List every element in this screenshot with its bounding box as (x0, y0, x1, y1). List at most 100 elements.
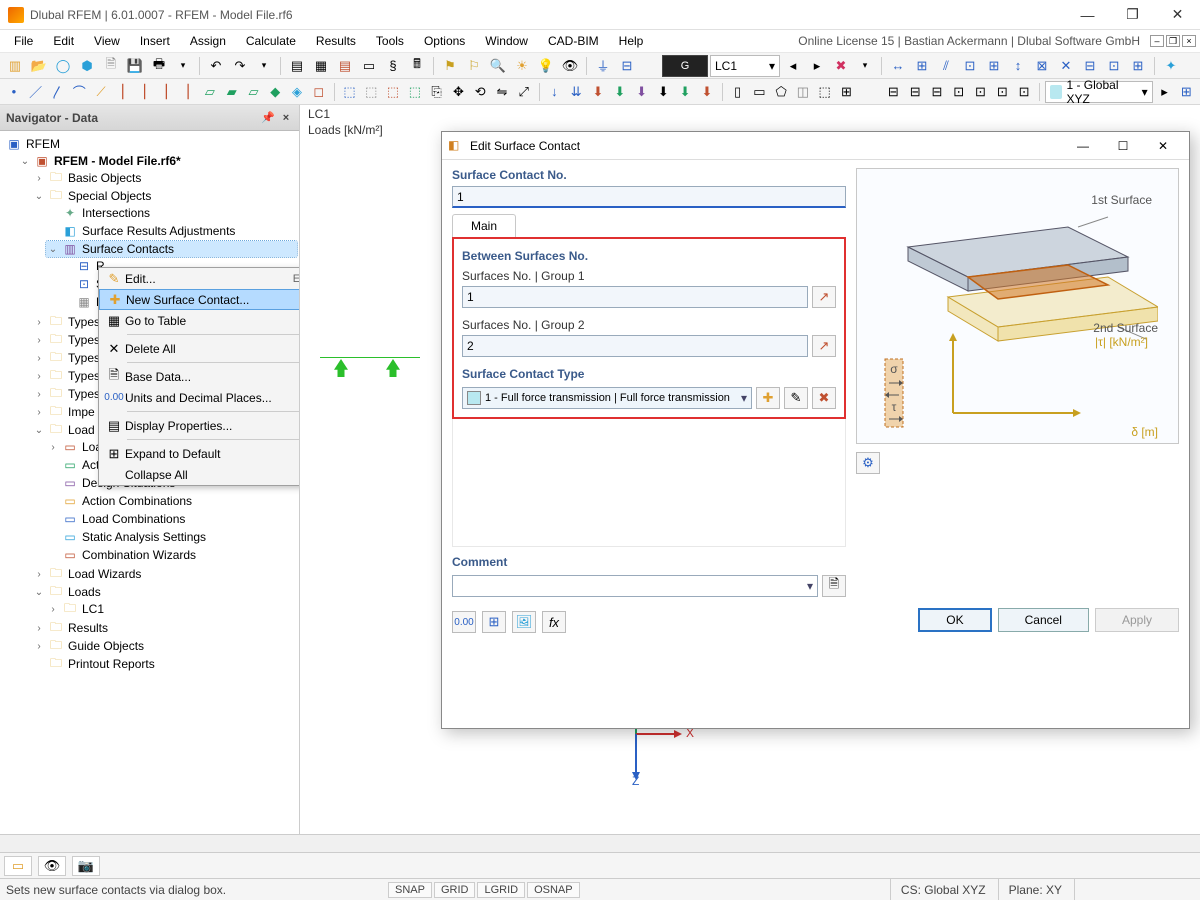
expand-icon[interactable]: › (34, 371, 44, 382)
expand-icon[interactable]: › (34, 389, 44, 400)
undo-icon[interactable]: ↶ (205, 55, 227, 77)
expand-icon[interactable]: › (34, 623, 44, 634)
lgrid-toggle[interactable]: LGRID (477, 882, 525, 898)
new-type-icon[interactable]: ✚ (756, 387, 780, 409)
pin-icon[interactable]: 📌 (261, 111, 275, 125)
tree-types2[interactable]: Types (68, 333, 100, 347)
rot-icon[interactable]: ⟲ (470, 81, 490, 103)
block-icon[interactable]: ⬢ (76, 55, 98, 77)
addons-icon[interactable]: ✦ (1160, 55, 1182, 77)
loadcase-display[interactable]: G (662, 55, 708, 77)
filter1-icon[interactable]: ⚑ (439, 55, 461, 77)
lc-next-icon[interactable]: ▸ (806, 55, 828, 77)
polyline-icon[interactable]: 〳 (48, 81, 68, 103)
v4-icon[interactable]: ◫ (793, 81, 813, 103)
tree-lc1[interactable]: LC1 (82, 602, 104, 616)
menu-calculate[interactable]: Calculate (236, 31, 306, 51)
apply-button[interactable]: Apply (1095, 608, 1179, 632)
units-button[interactable]: 0.00 (452, 611, 476, 633)
w7-icon[interactable]: ⊡ (1014, 81, 1034, 103)
maximize-button[interactable]: ❐ (1110, 0, 1155, 30)
mdi-restore-icon[interactable]: ❐ (1166, 35, 1180, 47)
close-button[interactable]: ✕ (1155, 0, 1200, 30)
expand-icon[interactable]: › (34, 317, 44, 328)
dim1-icon[interactable]: ↔ (887, 55, 909, 77)
tree-intersections[interactable]: Intersections (82, 206, 150, 220)
ctx-goto-table[interactable]: ▦Go to Table (99, 310, 299, 331)
ld4-icon[interactable]: ⬇ (610, 81, 630, 103)
tree-loads[interactable]: Loads (68, 585, 101, 599)
w4-icon[interactable]: ⊡ (949, 81, 969, 103)
ctx-expand[interactable]: ⊞Expand to Default (99, 443, 299, 464)
tree-surface-contacts-row[interactable]: ⌄▥Surface Contacts (46, 241, 297, 257)
cloud-icon[interactable]: ◯ (52, 55, 74, 77)
menu-view[interactable]: View (84, 31, 130, 51)
tree-types4[interactable]: Types (68, 369, 100, 383)
diagram-icon[interactable]: ▭ (358, 55, 380, 77)
ctx-collapse[interactable]: Collapse All (99, 464, 299, 485)
surf2-icon[interactable]: ▰ (222, 81, 242, 103)
open-icon2[interactable]: ◻ (309, 81, 329, 103)
tree-impe[interactable]: Impe (68, 405, 95, 419)
eye-icon[interactable]: 👁 (559, 55, 581, 77)
lib-type-icon[interactable]: ✖ (812, 387, 836, 409)
expand-icon[interactable]: › (34, 407, 44, 418)
ld8-icon[interactable]: ⬇ (697, 81, 717, 103)
camera-view-icon[interactable]: 📷 (72, 856, 100, 876)
print-drop-icon[interactable]: ▾ (172, 55, 194, 77)
open-icon[interactable]: 📂 (28, 55, 50, 77)
ld7-icon[interactable]: ⬇ (675, 81, 695, 103)
tree-surface-contacts[interactable]: Surface Contacts (82, 242, 174, 256)
tree-button[interactable]: ⊞ (482, 611, 506, 633)
solid-icon[interactable]: ◈ (287, 81, 307, 103)
ctx-edit[interactable]: ✎Edit...Enter (99, 268, 299, 289)
expand-icon[interactable]: ⌄ (34, 587, 44, 598)
coordsys-dropdown[interactable]: 1 - Global XYZ▾ (1045, 81, 1153, 103)
eye-view-icon[interactable]: 👁 (38, 856, 66, 876)
ld1-icon[interactable]: ↓ (545, 81, 565, 103)
surf-icon[interactable]: ▱ (200, 81, 220, 103)
copy-icon[interactable]: ⎘ (427, 81, 447, 103)
lc-flag-icon[interactable]: ✖ (830, 55, 852, 77)
expand-icon[interactable]: ⌄ (48, 244, 58, 255)
cs-grid-icon[interactable]: ⊞ (1176, 81, 1196, 103)
dim9-icon[interactable]: ⊟ (1079, 55, 1101, 77)
tree-loadcases-grp[interactable]: Load (68, 423, 95, 437)
dim10-icon[interactable]: ⊡ (1103, 55, 1125, 77)
v2-icon[interactable]: ▭ (749, 81, 769, 103)
picture-button[interactable]: 🖼 (512, 611, 536, 633)
ctx-delete-all[interactable]: ✕Delete AllDel (99, 338, 299, 359)
curve-icon[interactable]: ⌒ (69, 81, 89, 103)
expand-icon[interactable]: › (48, 604, 58, 615)
ld3-icon[interactable]: ⬇ (588, 81, 608, 103)
dim11-icon[interactable]: ⊞ (1127, 55, 1149, 77)
cs-next-icon[interactable]: ▸ (1155, 81, 1175, 103)
hscroll-stub[interactable] (0, 834, 1200, 852)
w6-icon[interactable]: ⊡ (992, 81, 1012, 103)
move-icon[interactable]: ✥ (449, 81, 469, 103)
tree-results[interactable]: Results (68, 621, 108, 635)
expand-icon[interactable]: › (34, 173, 44, 184)
tree-static-analysis[interactable]: Static Analysis Settings (82, 530, 206, 544)
sc-no-input[interactable] (452, 186, 846, 208)
expand-icon[interactable]: ⌄ (34, 191, 44, 202)
tab-main[interactable]: Main (452, 214, 516, 237)
menu-cadbim[interactable]: CAD-BIM (538, 31, 609, 51)
hinge-icon[interactable]: ⊟ (616, 55, 638, 77)
table-icon[interactable]: ▤ (286, 55, 308, 77)
grp1-input[interactable] (462, 286, 808, 308)
tree-model[interactable]: RFEM - Model File.rf6* (54, 154, 181, 168)
mem2-icon[interactable]: ⎮ (135, 81, 155, 103)
arc-icon[interactable]: ⟋ (91, 81, 111, 103)
dim5-icon[interactable]: ⊞ (983, 55, 1005, 77)
w3-icon[interactable]: ⊟ (927, 81, 947, 103)
node-icon[interactable]: • (4, 81, 24, 103)
filter2-icon[interactable]: ⚐ (463, 55, 485, 77)
menu-insert[interactable]: Insert (130, 31, 180, 51)
edit-type-icon[interactable]: ✎ (784, 387, 808, 409)
comment-dropdown[interactable]: ▾ (452, 575, 818, 597)
undo-drop-icon[interactable]: ▾ (253, 55, 275, 77)
ctx-units[interactable]: 0.00Units and Decimal Places... (99, 387, 299, 408)
tree-types5[interactable]: Types (68, 387, 100, 401)
mirr-icon[interactable]: ⇋ (492, 81, 512, 103)
